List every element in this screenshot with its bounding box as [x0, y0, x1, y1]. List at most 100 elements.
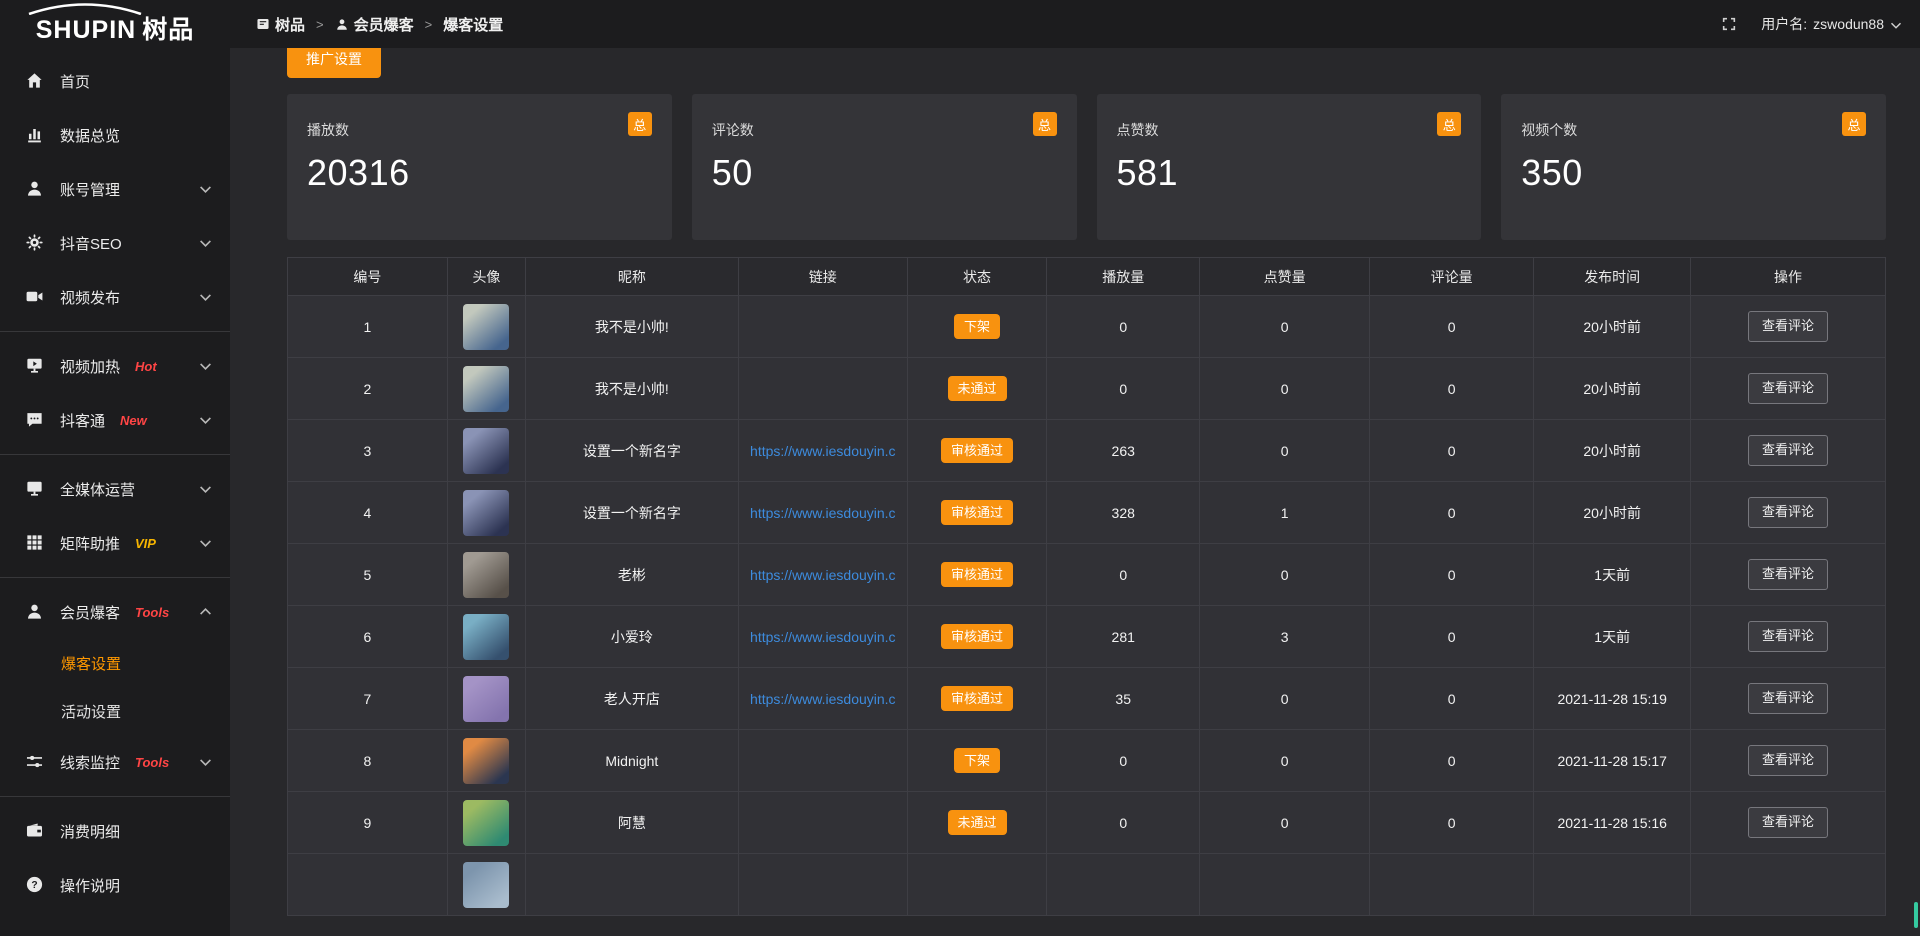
cell-plays: 0 [1047, 358, 1200, 420]
status-badge[interactable]: 未通过 [948, 810, 1007, 835]
chevron-down-icon [1890, 21, 1902, 30]
cell-action: 查看评论 [1690, 668, 1885, 730]
status-badge[interactable]: 审核通过 [941, 686, 1013, 711]
cell-comments [1369, 854, 1534, 916]
table-row: 4设置一个新名字https://www.iesdouyin.c审核通过32810… [288, 482, 1886, 544]
fullscreen-icon[interactable] [1721, 16, 1737, 32]
cell-likes: 0 [1200, 792, 1369, 854]
cell-nickname: 小爱玲 [526, 606, 739, 668]
sidebar-divider [0, 577, 230, 578]
cell-likes: 0 [1200, 358, 1369, 420]
status-badge[interactable]: 下架 [954, 314, 1000, 339]
sidebar-item-omni-media[interactable]: 全媒体运营 [0, 462, 230, 516]
breadcrumb-item-2[interactable]: 会员爆客 [335, 14, 414, 35]
cell-avatar [447, 544, 525, 606]
cell-id: 9 [288, 792, 448, 854]
video-link[interactable]: https://www.iesdouyin.c [741, 443, 905, 459]
view-comments-button[interactable]: 查看评论 [1748, 497, 1828, 527]
cell-nickname [526, 854, 739, 916]
sidebar-item-clue-monitor[interactable]: 线索监控Tools [0, 735, 230, 789]
avatar [463, 738, 509, 784]
table-row: 2我不是小帅!未通过00020小时前查看评论 [288, 358, 1886, 420]
question-icon: ? [25, 875, 45, 895]
column-header-1: 编号 [288, 258, 448, 296]
sidebar-item-douyin-seo[interactable]: 抖音SEO [0, 216, 230, 270]
status-badge[interactable]: 审核通过 [941, 500, 1013, 525]
monitor-icon [25, 479, 45, 499]
stat-card-value: 20316 [307, 152, 652, 194]
breadcrumb-item-1[interactable]: 树品 [256, 14, 305, 35]
sidebar-divider [0, 796, 230, 797]
cell-link [738, 358, 907, 420]
sidebar-subitem-label: 爆客设置 [61, 653, 121, 674]
view-comments-button[interactable]: 查看评论 [1748, 559, 1828, 589]
sidebar-item-video-heating[interactable]: 视频加热Hot [0, 339, 230, 393]
column-header-7: 点赞量 [1200, 258, 1369, 296]
status-badge[interactable]: 审核通过 [941, 438, 1013, 463]
video-link[interactable]: https://www.iesdouyin.c [741, 629, 905, 645]
cell-action: 查看评论 [1690, 296, 1885, 358]
sidebar-item-operation-guide[interactable]: ?操作说明 [0, 858, 230, 912]
sidebar-item-consumption-detail[interactable]: 消费明细 [0, 804, 230, 858]
video-link[interactable]: https://www.iesdouyin.c [741, 567, 905, 583]
sidebar-subitem-label: 活动设置 [61, 701, 121, 722]
view-comments-button[interactable]: 查看评论 [1748, 807, 1828, 837]
status-badge[interactable]: 下架 [954, 748, 1000, 773]
stat-card-1: 播放数总20316 [287, 94, 672, 240]
cell-id: 8 [288, 730, 448, 792]
column-header-3: 昵称 [526, 258, 739, 296]
video-link[interactable]: https://www.iesdouyin.c [741, 505, 905, 521]
cell-plays: 263 [1047, 420, 1200, 482]
cell-status: 审核通过 [908, 420, 1047, 482]
view-comments-button[interactable]: 查看评论 [1748, 311, 1828, 341]
sidebar-item-video-publish[interactable]: 视频发布 [0, 270, 230, 324]
app-logo[interactable]: SHUPIN树品 [0, 0, 230, 48]
user-menu[interactable]: 用户名: zswodun88 [1761, 14, 1902, 34]
sidebar-subitem-baoke-settings[interactable]: 爆客设置 [0, 639, 230, 687]
cell-action: 查看评论 [1690, 730, 1885, 792]
view-comments-button[interactable]: 查看评论 [1748, 745, 1828, 775]
stat-card-label: 点赞数 [1117, 120, 1159, 140]
avatar [463, 490, 509, 536]
cell-avatar [447, 792, 525, 854]
chevron-down-icon [199, 415, 212, 425]
view-comments-button[interactable]: 查看评论 [1748, 373, 1828, 403]
sidebar-item-member-baoke[interactable]: 会员爆客Tools [0, 585, 230, 639]
view-comments-button[interactable]: 查看评论 [1748, 621, 1828, 651]
status-badge[interactable]: 未通过 [948, 376, 1007, 401]
sidebar-item-account-management[interactable]: 账号管理 [0, 162, 230, 216]
cell-nickname: 设置一个新名字 [526, 420, 739, 482]
sidebar-item-data-overview[interactable]: 数据总览 [0, 108, 230, 162]
sidebar-item-tag: VIP [135, 536, 156, 551]
cell-action: 查看评论 [1690, 420, 1885, 482]
sidebar-item-doukotong[interactable]: 抖客通New [0, 393, 230, 447]
cell-nickname: Midnight [526, 730, 739, 792]
sidebar-item-home[interactable]: 首页 [0, 54, 230, 108]
sidebar-item-label: 视频加热 [60, 356, 120, 377]
status-badge[interactable]: 审核通过 [941, 624, 1013, 649]
cell-id: 5 [288, 544, 448, 606]
stat-card-3: 点赞数总581 [1097, 94, 1482, 240]
table-row [288, 854, 1886, 916]
chevron-down-icon [199, 757, 212, 767]
cell-nickname: 老人开店 [526, 668, 739, 730]
cell-nickname: 我不是小帅! [526, 358, 739, 420]
cell-link: https://www.iesdouyin.c [738, 420, 907, 482]
column-header-6: 播放量 [1047, 258, 1200, 296]
sidebar-subitem-activity-settings[interactable]: 活动设置 [0, 687, 230, 735]
video-link[interactable]: https://www.iesdouyin.c [741, 691, 905, 707]
sidebar-item-tag: Tools [135, 755, 169, 770]
table-row: 7老人开店https://www.iesdouyin.c审核通过35002021… [288, 668, 1886, 730]
cell-status [908, 854, 1047, 916]
sidebar-item-matrix-boost[interactable]: 矩阵助推VIP [0, 516, 230, 570]
view-comments-button[interactable]: 查看评论 [1748, 683, 1828, 713]
board-icon [256, 17, 270, 31]
cell-likes: 0 [1200, 296, 1369, 358]
cell-status: 未通过 [908, 358, 1047, 420]
cell-time: 2021-11-28 15:17 [1534, 730, 1691, 792]
status-badge[interactable]: 审核通过 [941, 562, 1013, 587]
user-icon [25, 602, 45, 622]
view-comments-button[interactable]: 查看评论 [1748, 435, 1828, 465]
scrollbar-thumb[interactable] [1914, 902, 1918, 928]
cell-avatar [447, 358, 525, 420]
